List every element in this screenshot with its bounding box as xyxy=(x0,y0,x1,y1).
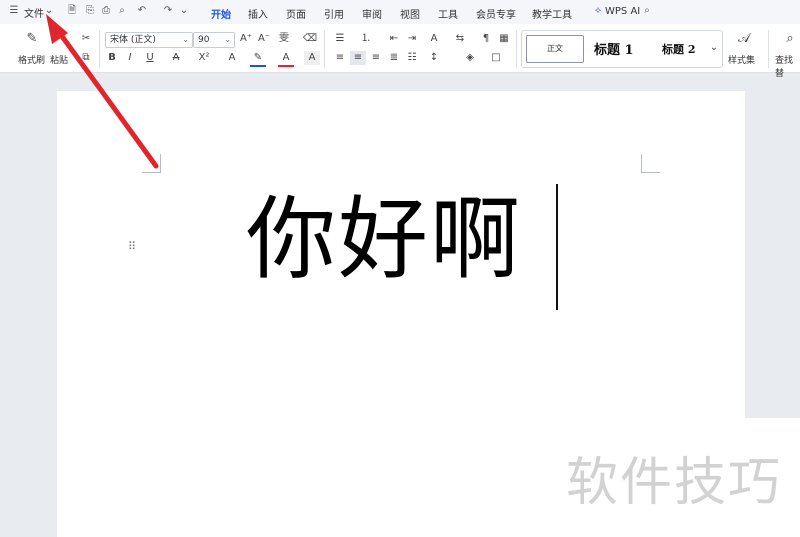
annotation-arrow xyxy=(46,14,159,169)
